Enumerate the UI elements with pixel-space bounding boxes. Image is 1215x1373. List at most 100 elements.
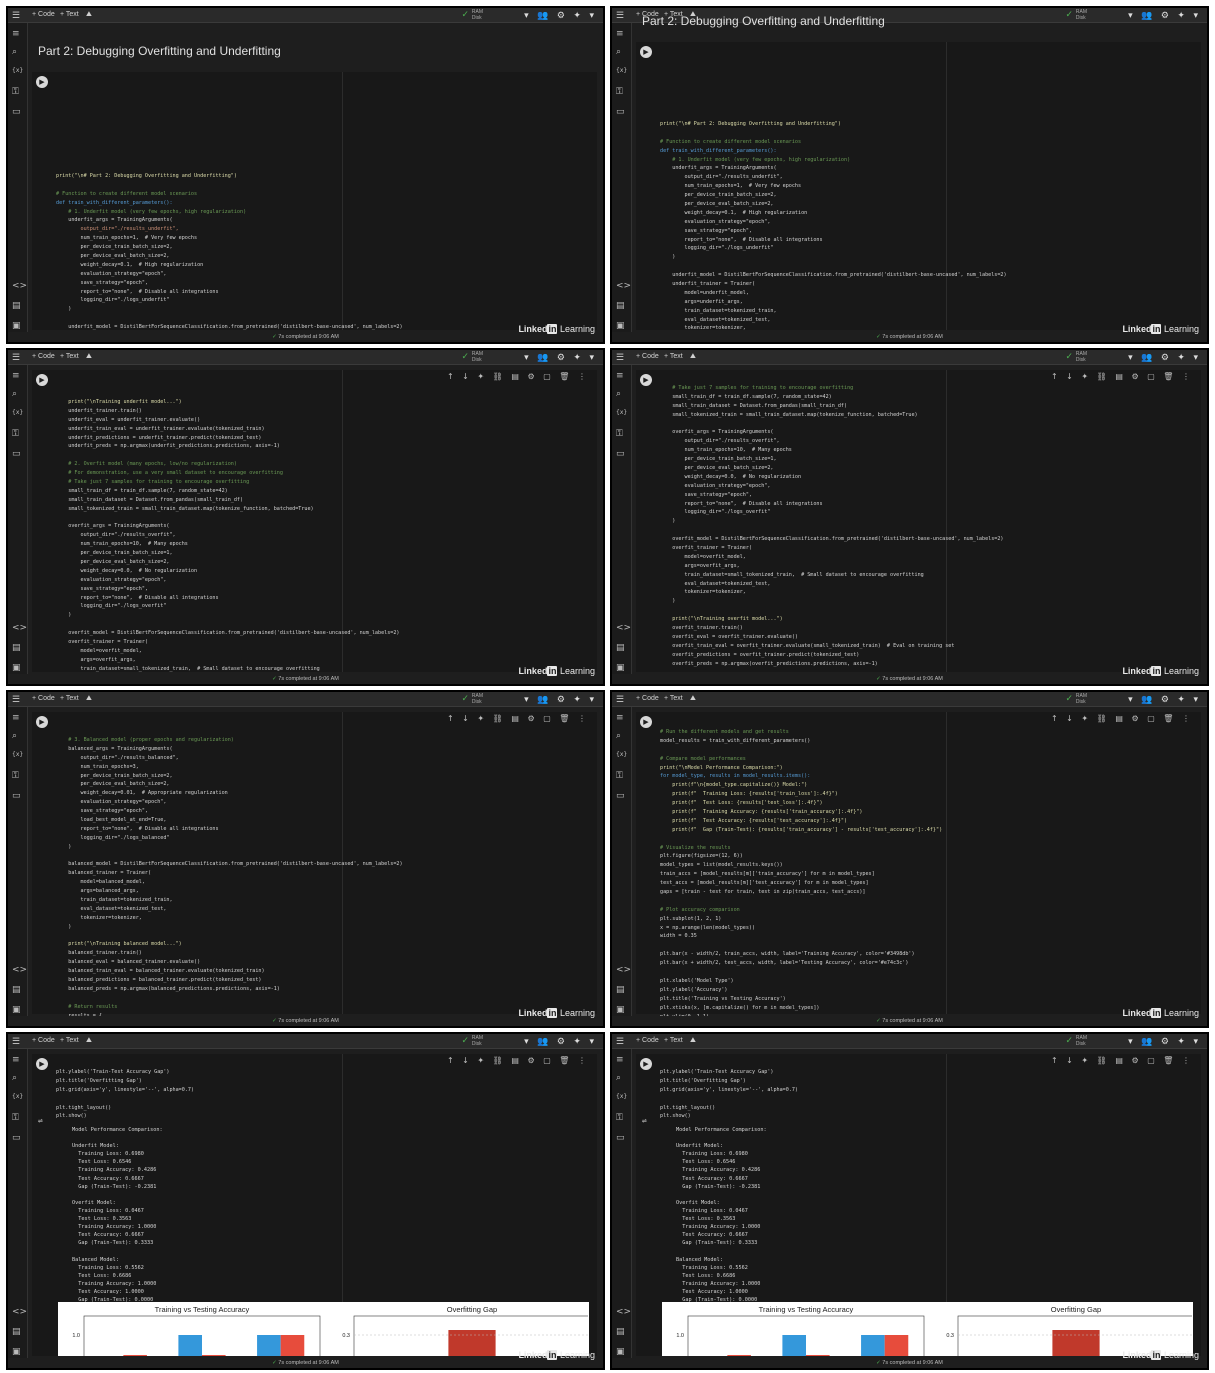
table-of-contents-icon[interactable]: ≡ [12,371,20,381]
search-icon[interactable]: ⌕ [616,47,621,57]
search-icon[interactable]: ⌕ [12,47,17,57]
command-palette-icon[interactable]: ▤ [616,985,625,995]
folder-icon[interactable]: ▭ [12,107,21,117]
run-icon[interactable]: ▶ [36,76,48,88]
folder-icon[interactable]: ▭ [616,1133,625,1143]
code-snippets-icon[interactable]: <> [12,281,27,291]
add-code-button[interactable]: + Code [636,695,659,702]
toolbar-right-icons[interactable]: ▾ 👥 ⚙ ✦ ▾ [524,10,597,21]
add-code-button[interactable]: + Code [32,353,55,360]
table-of-contents-icon[interactable]: ≡ [12,713,20,723]
command-palette-icon[interactable]: ▤ [12,643,21,653]
add-text-button[interactable]: + Text [60,11,79,18]
folder-icon[interactable]: ▭ [616,107,625,117]
terminal-icon[interactable]: ▣ [12,663,21,673]
key-icon[interactable]: ⚿ [616,771,623,781]
run-icon[interactable]: ▶ [640,374,652,386]
table-of-contents-icon[interactable]: ≡ [616,29,624,39]
code-snippets-icon[interactable]: <> [616,623,631,633]
key-icon[interactable]: ⚿ [616,429,623,439]
terminal-icon[interactable]: ▣ [12,1005,21,1015]
command-palette-icon[interactable]: ▤ [616,643,625,653]
drive-icon[interactable]: ⛰ [690,1037,696,1045]
code-snippets-icon[interactable]: <> [616,281,631,291]
terminal-icon[interactable]: ▣ [616,663,625,673]
terminal-icon[interactable]: ▣ [12,1347,21,1357]
menu-icon[interactable]: ☰ [12,694,20,705]
key-icon[interactable]: ⚿ [12,429,19,439]
resource-indicator[interactable]: RAM Disk [1076,1035,1087,1047]
variables-icon[interactable]: {x} [12,409,23,416]
command-palette-icon[interactable]: ▤ [616,301,625,311]
cell-toolbar[interactable]: ↑ ↓ ✦ ⛓ ▤ ⚙ ▢ 🗑 ⋮ [447,1056,589,1065]
add-text-button[interactable]: + Text [664,1037,683,1044]
table-of-contents-icon[interactable]: ≡ [616,371,624,381]
search-icon[interactable]: ⌕ [12,1073,17,1083]
menu-icon[interactable]: ☰ [616,1036,624,1047]
variables-icon[interactable]: {x} [12,751,23,758]
run-icon[interactable]: ▶ [36,374,48,386]
variables-icon[interactable]: {x} [616,409,627,416]
toolbar-right-icons[interactable]: ▾ 👥 ⚙ ✦ ▾ [1128,10,1201,21]
run-icon[interactable]: ▶ [640,46,652,58]
table-of-contents-icon[interactable]: ≡ [12,29,20,39]
toolbar-right-icons[interactable]: ▾ 👥 ⚙ ✦ ▾ [524,1036,597,1047]
add-text-button[interactable]: + Text [60,695,79,702]
drive-icon[interactable]: ⛰ [86,11,92,19]
terminal-icon[interactable]: ▣ [616,321,625,331]
drive-icon[interactable]: ⛰ [86,695,92,703]
search-icon[interactable]: ⌕ [12,731,17,741]
key-icon[interactable]: ⚿ [12,1113,19,1123]
terminal-icon[interactable]: ▣ [12,321,21,331]
add-text-button[interactable]: + Text [664,353,683,360]
code-editor[interactable]: print("\n# Part 2: Debugging Overfitting… [660,120,1191,342]
table-of-contents-icon[interactable]: ≡ [616,713,624,723]
add-text-button[interactable]: + Text [664,695,683,702]
resource-indicator[interactable]: RAM Disk [472,1035,483,1047]
command-palette-icon[interactable]: ▤ [12,301,21,311]
menu-icon[interactable]: ☰ [12,352,20,363]
code-snippets-icon[interactable]: <> [616,1307,631,1317]
drive-icon[interactable]: ⛰ [690,353,696,361]
cell-toolbar[interactable]: ↑ ↓ ✦ ⛓ ▤ ⚙ ▢ 🗑 ⋮ [1051,372,1193,381]
search-icon[interactable]: ⌕ [12,389,17,399]
menu-icon[interactable]: ☰ [12,10,20,21]
add-code-button[interactable]: + Code [636,1037,659,1044]
variables-icon[interactable]: {x} [616,751,627,758]
add-code-button[interactable]: + Code [32,695,55,702]
run-icon[interactable]: ▶ [36,716,48,728]
search-icon[interactable]: ⌕ [616,731,621,741]
menu-icon[interactable]: ☰ [616,352,624,363]
toolbar-right-icons[interactable]: ▾ 👥 ⚙ ✦ ▾ [524,352,597,363]
code-editor[interactable]: print("\n# Part 2: Debugging Overfitting… [56,172,587,342]
terminal-icon[interactable]: ▣ [616,1347,625,1357]
run-icon[interactable]: ▶ [36,1058,48,1070]
code-editor[interactable]: # Run the different models and get resul… [660,728,1191,1026]
search-icon[interactable]: ⌕ [616,389,621,399]
add-code-button[interactable]: + Code [32,11,55,18]
add-code-button[interactable]: + Code [636,353,659,360]
code-snippets-icon[interactable]: <> [12,965,27,975]
drive-icon[interactable]: ⛰ [690,695,696,703]
command-palette-icon[interactable]: ▤ [616,1327,625,1337]
search-icon[interactable]: ⌕ [616,1073,621,1083]
output-icon[interactable]: ⇌ [642,1116,647,1125]
menu-icon[interactable]: ☰ [616,10,624,21]
resource-indicator[interactable]: RAM Disk [1076,9,1087,21]
menu-icon[interactable]: ☰ [616,694,624,705]
command-palette-icon[interactable]: ▤ [12,1327,21,1337]
output-icon[interactable]: ⇌ [38,1116,43,1125]
cell-toolbar[interactable]: ↑ ↓ ✦ ⛓ ▤ ⚙ ▢ 🗑 ⋮ [447,372,589,381]
drive-icon[interactable]: ⛰ [86,1037,92,1045]
key-icon[interactable]: ⚿ [616,87,623,97]
folder-icon[interactable]: ▭ [12,791,21,801]
key-icon[interactable]: ⚿ [12,771,19,781]
variables-icon[interactable]: {x} [12,1093,23,1100]
variables-icon[interactable]: {x} [616,67,627,74]
variables-icon[interactable]: {x} [12,67,23,74]
add-code-button[interactable]: + Code [32,1037,55,1044]
terminal-icon[interactable]: ▣ [616,1005,625,1015]
menu-icon[interactable]: ☰ [12,1036,20,1047]
table-of-contents-icon[interactable]: ≡ [616,1055,624,1065]
cell-toolbar[interactable]: ↑ ↓ ✦ ⛓ ▤ ⚙ ▢ 🗑 ⋮ [1051,714,1193,723]
